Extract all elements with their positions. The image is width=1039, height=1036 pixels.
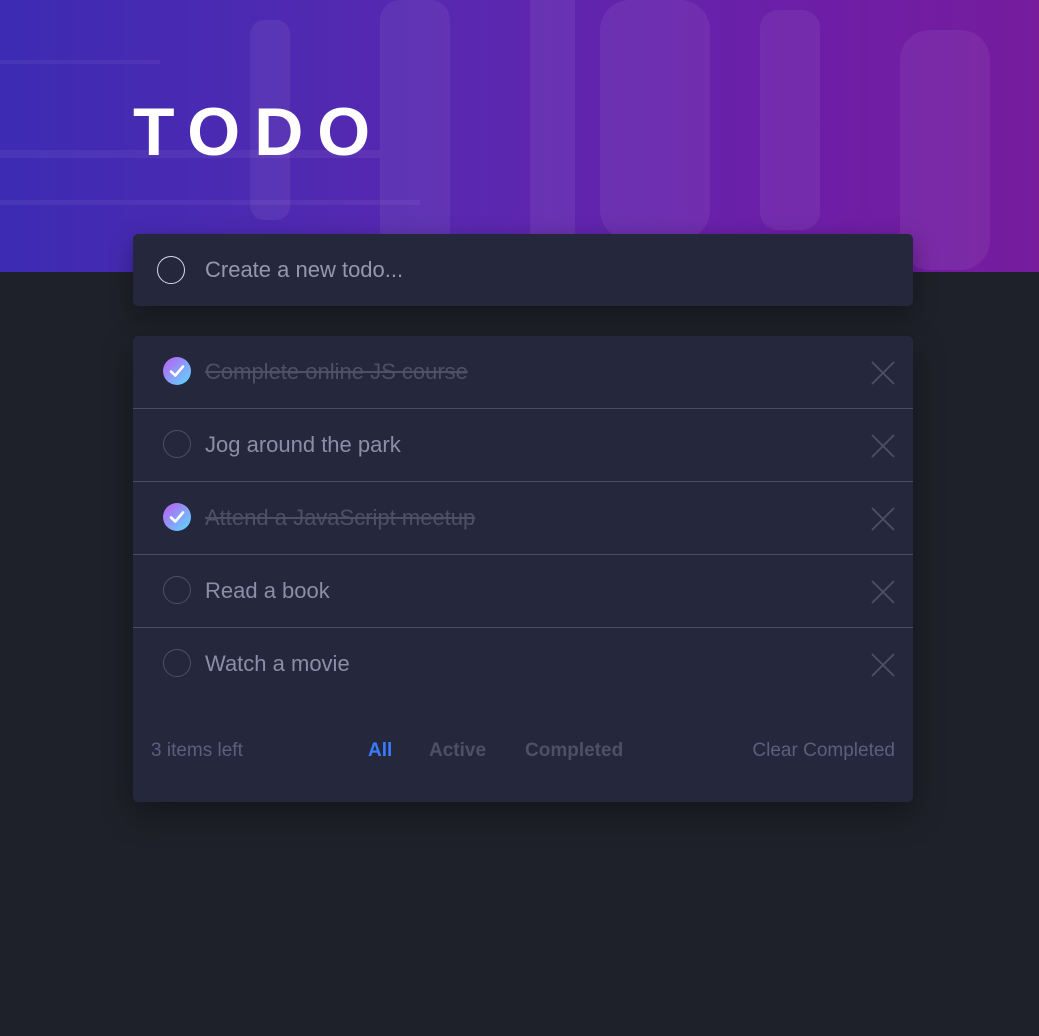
new-todo-input[interactable]: [205, 252, 885, 288]
check-icon: [169, 511, 185, 523]
new-todo-circle-icon[interactable]: [157, 256, 185, 284]
unchecked-circle-icon[interactable]: [163, 430, 191, 458]
header-banner: TODO: [0, 0, 1039, 272]
items-left-count: 3 items left: [151, 740, 243, 761]
page-title: TODO: [133, 94, 385, 170]
todo-item-text: Complete online JS course: [205, 359, 468, 384]
todo-item-text: Watch a movie: [205, 651, 350, 676]
todo-item-text: Attend a JavaScript meetup: [205, 505, 476, 530]
todo-item[interactable]: Complete online JS course: [133, 336, 913, 409]
checked-circle-icon[interactable]: [163, 503, 191, 531]
unchecked-circle-icon[interactable]: [163, 649, 191, 677]
cross-icon[interactable]: [870, 360, 896, 386]
filter-active[interactable]: Active: [429, 739, 486, 763]
todo-item-text: Jog around the park: [205, 432, 401, 457]
todo-list: 3 items left All Active Completed Clear Co…: [133, 336, 913, 802]
filter-all[interactable]: All: [368, 739, 392, 763]
checked-circle-icon[interactable]: [163, 357, 191, 385]
todo-item-text: Read a book: [205, 578, 330, 603]
unchecked-circle-icon[interactable]: [163, 576, 191, 604]
todo-item[interactable]: Attend a JavaScript meetup: [133, 482, 913, 555]
cross-icon[interactable]: [870, 506, 896, 532]
todo-item[interactable]: Jog around the park: [133, 409, 913, 482]
cross-icon[interactable]: [870, 433, 896, 459]
todo-item[interactable]: Watch a movie: [133, 628, 913, 701]
filter-completed[interactable]: Completed: [525, 739, 623, 763]
cross-icon[interactable]: [870, 652, 896, 678]
todo-item[interactable]: Read a book: [133, 555, 913, 628]
new-todo-bar: [133, 234, 913, 306]
clear-completed-button[interactable]: Clear Completed: [752, 739, 895, 763]
cross-icon[interactable]: [870, 579, 896, 605]
check-icon: [169, 365, 185, 377]
